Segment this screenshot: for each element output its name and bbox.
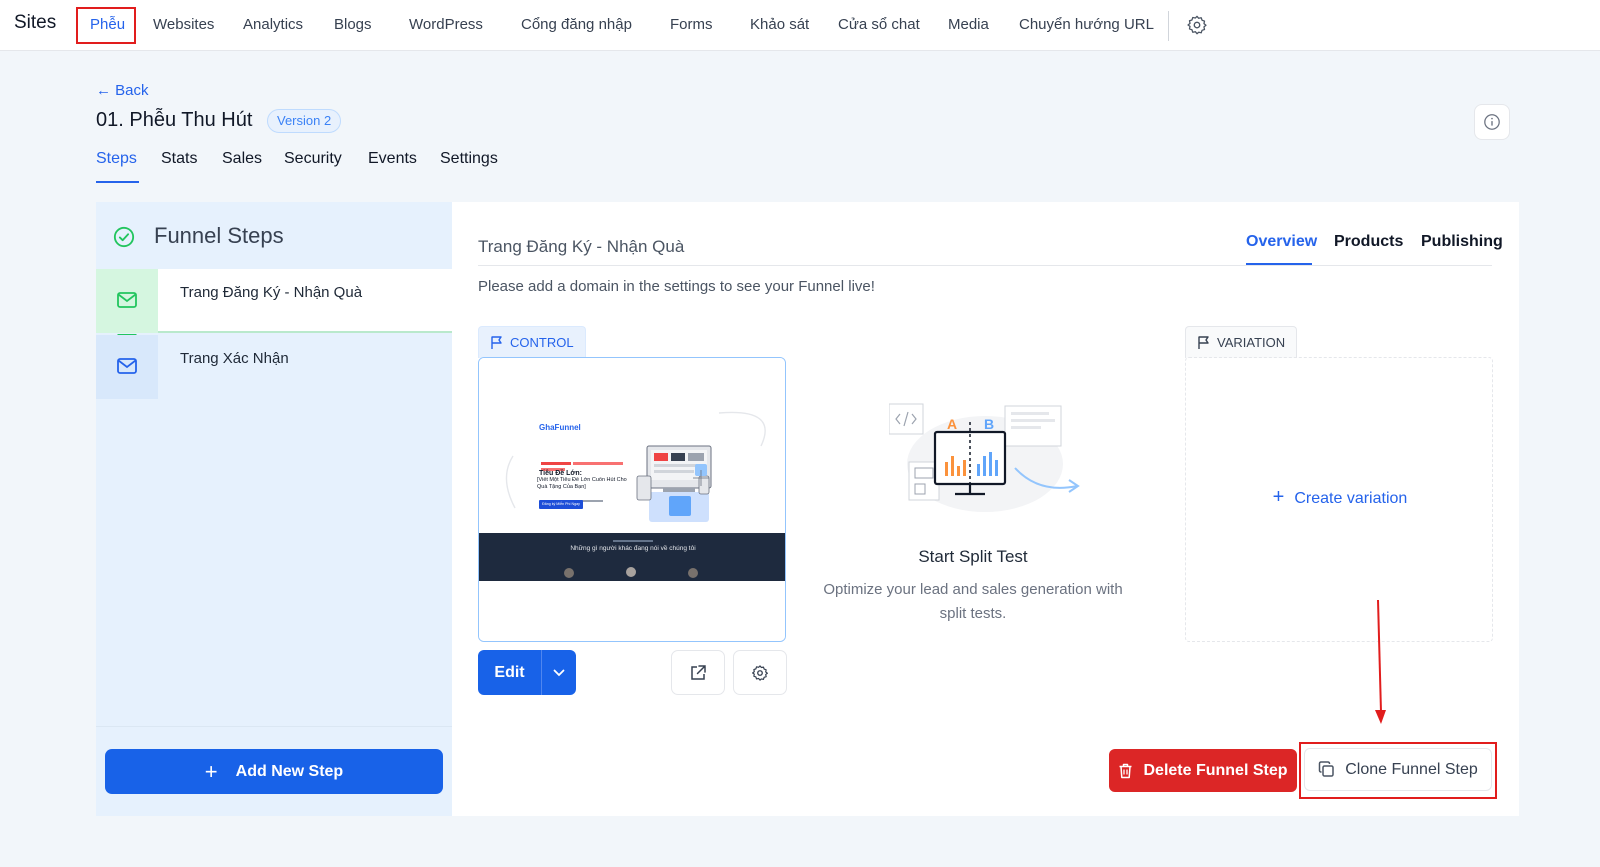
funnel-step-label: Trang Đăng Ký - Nhận Quà: [180, 284, 363, 301]
nav-item-media[interactable]: Media: [948, 16, 989, 33]
funnel-steps-header: Funnel Steps: [96, 202, 452, 269]
funnel-step-item[interactable]: Trang Đăng Ký - Nhận Quà: [96, 269, 452, 333]
control-label: CONTROL: [478, 326, 586, 358]
funnel-steps-title: Funnel Steps: [154, 223, 284, 248]
page-title: 01. Phễu Thu Hút: [96, 109, 253, 131]
tab-stats[interactable]: Stats: [161, 150, 197, 168]
nav-item-forms[interactable]: Forms: [670, 16, 713, 33]
split-test-subtitle: Optimize your lead and sales generation …: [823, 581, 1123, 622]
tab-publishing[interactable]: Publishing: [1421, 233, 1503, 251]
nav-item-url-redirects[interactable]: Chuyển hướng URL: [1019, 16, 1154, 33]
tab-settings[interactable]: Settings: [440, 150, 498, 168]
mail-icon: [117, 358, 137, 374]
step-title: Trang Đăng Ký - Nhận Quà: [478, 237, 685, 256]
page-preview-thumbnail: GhaFunnel Tiêu Đề Lớn: [Viết Một Tiêu Đề…: [479, 358, 785, 641]
back-label: Back: [115, 82, 149, 99]
clone-highlight-box: [1299, 742, 1497, 799]
preview-headline: Tiêu Đề Lớn:: [539, 468, 582, 477]
trash-icon: [1119, 763, 1132, 778]
delete-funnel-step-button[interactable]: Delete Funnel Step: [1109, 749, 1297, 792]
add-new-step-button[interactable]: + Add New Step: [105, 749, 443, 794]
split-test-title: Start Split Test: [918, 547, 1028, 566]
open-preview-button[interactable]: [671, 650, 725, 695]
nav-item-analytics[interactable]: Analytics: [243, 16, 303, 33]
add-new-step-label: Add New Step: [235, 762, 344, 780]
svg-text:B: B: [984, 416, 994, 432]
external-link-icon: [691, 664, 706, 680]
info-button[interactable]: [1474, 104, 1510, 140]
nav-item-websites[interactable]: Websites: [153, 16, 214, 33]
divider: [478, 265, 1492, 266]
nav-divider: [1168, 11, 1169, 41]
tab-overview[interactable]: Overview: [1246, 233, 1317, 251]
edit-button-group: Edit: [478, 650, 576, 695]
create-variation-button[interactable]: + Create variation: [1186, 486, 1494, 509]
control-page-preview[interactable]: GhaFunnel Tiêu Đề Lớn: [Viết Một Tiêu Đề…: [478, 357, 786, 642]
step-detail-panel: Trang Đăng Ký - Nhận Quà Overview Produc…: [452, 202, 1519, 816]
plus-icon: +: [1272, 486, 1285, 508]
annotation-arrow: [1375, 600, 1386, 724]
plus-icon: +: [204, 758, 218, 784]
edit-button[interactable]: Edit: [478, 650, 542, 695]
tab-active-underline: [96, 181, 139, 183]
funnel-step-label: Trang Xác Nhận: [180, 350, 289, 367]
nav-highlight-box: [76, 7, 136, 44]
check-circle-icon: [113, 226, 135, 248]
tab-sales[interactable]: Sales: [222, 150, 262, 168]
create-variation-label: Create variation: [1294, 490, 1408, 507]
gear-icon: [752, 664, 768, 681]
funnel-steps-panel: Funnel Steps Trang Đăng Ký - Nhận Quà Tr…: [96, 202, 452, 816]
svg-text:A: A: [947, 416, 957, 432]
tab-security[interactable]: Security: [284, 150, 342, 168]
flag-icon: [491, 336, 502, 349]
nav-item-chat-widget[interactable]: Cửa sổ chat: [838, 16, 920, 33]
nav-item-wordpress[interactable]: WordPress: [409, 16, 483, 33]
top-navigation: Sites Phễu Websites Analytics Blogs Word…: [0, 0, 1600, 51]
preview-cta-button: Đăng ký Miễn Phí Ngay: [542, 502, 580, 506]
gear-icon[interactable]: [1186, 14, 1208, 36]
variation-label-text: VARIATION: [1217, 335, 1286, 350]
variation-card: + Create variation: [1185, 357, 1493, 642]
tab-steps[interactable]: Steps: [96, 150, 137, 168]
brand-title: Sites: [14, 12, 57, 33]
arrow-left-icon: ←: [96, 82, 111, 99]
info-icon: [1484, 114, 1500, 130]
preview-band-text: Những gì người khác đang nói về chúng tô…: [570, 545, 696, 552]
control-label-text: CONTROL: [510, 335, 574, 350]
funnel-step-item[interactable]: Trang Xác Nhận: [96, 335, 452, 399]
split-test-illustration: A B: [889, 403, 1080, 512]
divider: [96, 726, 452, 727]
nav-item-login-portal[interactable]: Cổng đăng nhập: [521, 16, 632, 33]
domain-notice: Please add a domain in the settings to s…: [478, 278, 875, 295]
tab-products[interactable]: Products: [1334, 233, 1403, 251]
preview-logo: GhaFunnel: [539, 423, 581, 432]
version-badge[interactable]: Version 2: [267, 109, 342, 133]
nav-item-blogs[interactable]: Blogs: [334, 16, 372, 33]
edit-dropdown-toggle[interactable]: [542, 650, 576, 695]
variation-label: VARIATION: [1185, 326, 1298, 358]
mail-icon: [117, 292, 137, 308]
preview-headline-sub: [Viết Một Tiêu Đề Lớn Cuốn Hút Cho Quà T…: [537, 477, 627, 490]
flag-icon: [1198, 336, 1209, 349]
step-settings-button[interactable]: [733, 650, 787, 695]
delete-funnel-step-label: Delete Funnel Step: [1143, 761, 1288, 779]
back-link[interactable]: ← Back: [96, 82, 149, 99]
chevron-down-icon: [553, 669, 565, 676]
nav-item-surveys[interactable]: Khảo sát: [750, 16, 809, 33]
tab-events[interactable]: Events: [368, 150, 417, 168]
